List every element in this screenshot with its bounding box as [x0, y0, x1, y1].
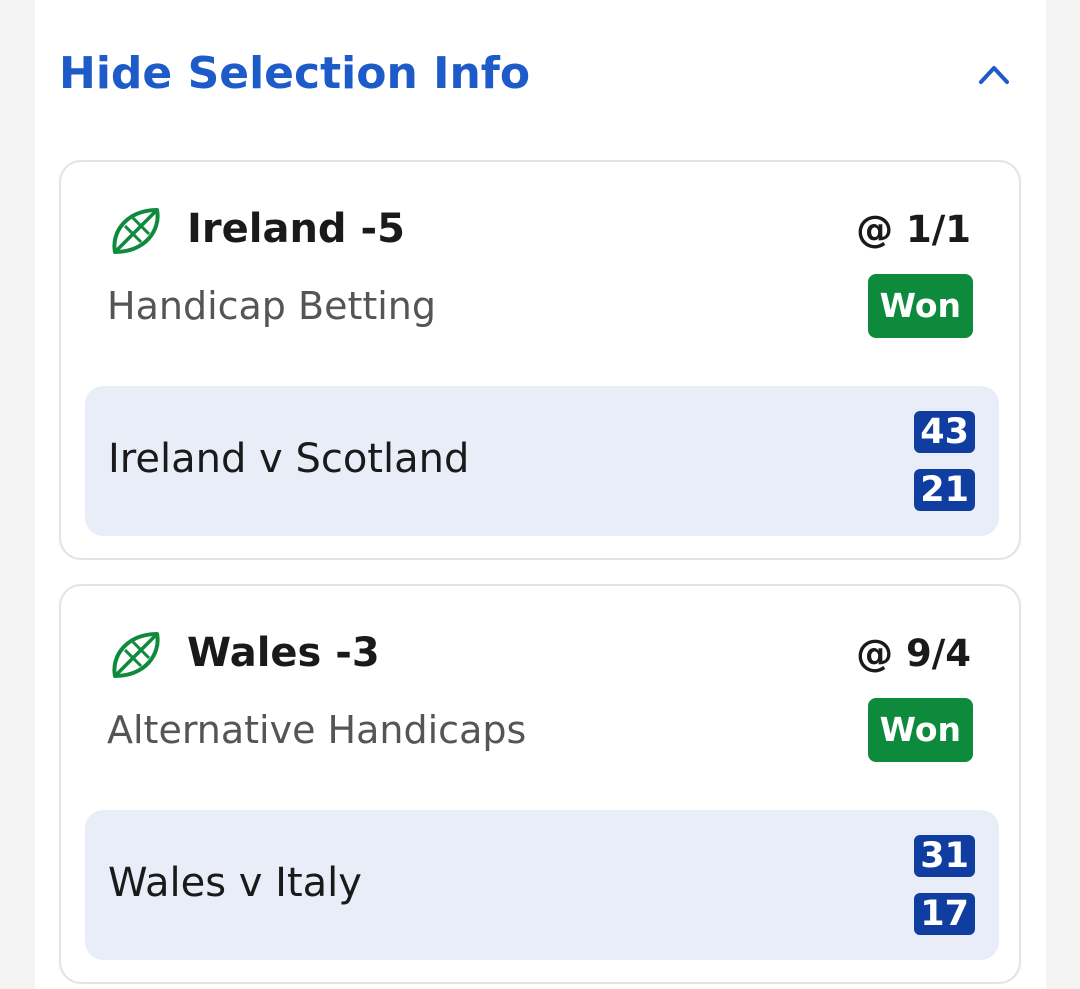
selection-card: Ireland -5 @ 1/1 Handicap Betting Won Ir… — [59, 160, 1021, 560]
home-score: 31 — [914, 835, 975, 877]
away-score: 21 — [914, 469, 975, 511]
result-badge: Won — [867, 698, 973, 762]
rugby-ball-icon — [112, 208, 160, 254]
selection-info-panel: Hide Selection Info Ireland -5 @ 1/1 Han… — [35, 0, 1046, 989]
rugby-ball-icon — [112, 632, 160, 678]
selection-name: Wales -3 — [187, 630, 380, 676]
event-info: Ireland v Scotland 43 21 — [85, 386, 999, 536]
market-name: Alternative Handicaps — [107, 708, 527, 752]
selection-card: Wales -3 @ 9/4 Alternative Handicaps Won… — [59, 584, 1021, 984]
selection-odds: @ 9/4 — [856, 632, 971, 675]
event-info: Wales v Italy 31 17 — [85, 810, 999, 960]
away-score: 17 — [914, 893, 975, 935]
home-score: 43 — [914, 411, 975, 453]
event-name: Ireland v Scotland — [108, 436, 470, 482]
selection-name: Ireland -5 — [187, 206, 405, 252]
market-name: Handicap Betting — [107, 284, 437, 328]
event-name: Wales v Italy — [108, 860, 362, 906]
selection-info-toggle[interactable]: Hide Selection Info — [35, 36, 1046, 116]
result-badge: Won — [867, 274, 973, 338]
selection-odds: @ 1/1 — [856, 208, 971, 251]
hide-selection-info-label[interactable]: Hide Selection Info — [59, 48, 530, 99]
chevron-up-icon[interactable] — [978, 62, 1010, 86]
